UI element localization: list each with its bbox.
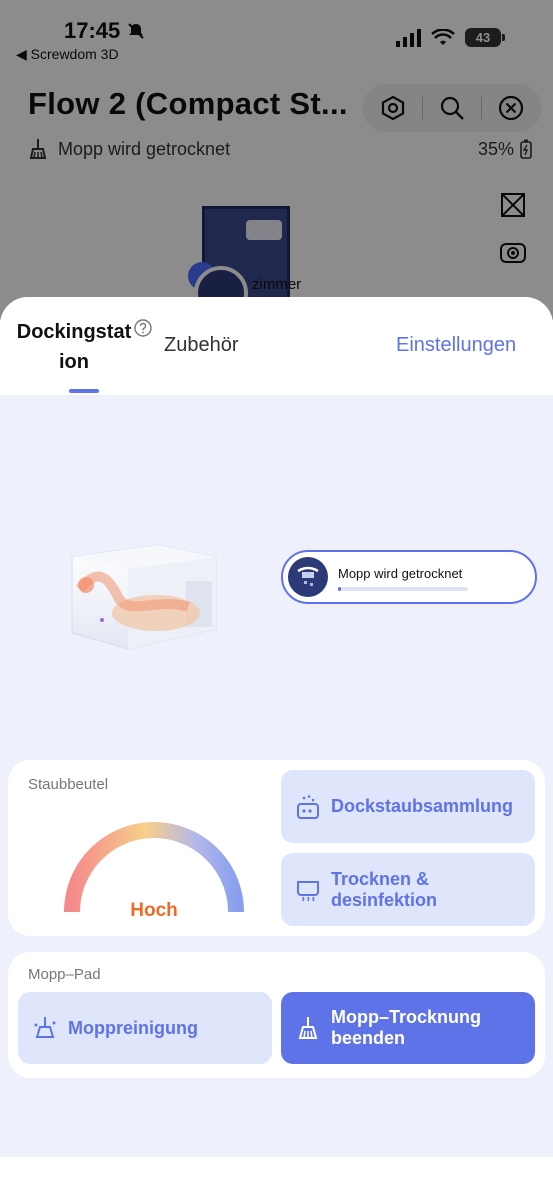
- stop-mop-drying-label-line2: beenden: [331, 1028, 406, 1048]
- mop-clean-icon: [32, 1015, 58, 1041]
- robot-avatar: [288, 557, 328, 597]
- dust-bag-card: Staubbeutel Hoch Dockstaubsammlung Trock…: [8, 760, 545, 936]
- mop-cleaning-label: Moppreinigung: [68, 1017, 198, 1038]
- dust-bag-level: Hoch: [130, 900, 178, 921]
- mop-pad-card: Mopp–Pad Moppreinigung Mopp–Trocknung be…: [8, 952, 545, 1078]
- docking-station-image: [71, 544, 217, 650]
- dust-collection-icon: [295, 794, 321, 820]
- active-tab-indicator: [69, 389, 99, 393]
- tab-bar: Dockingstation Zubehör Einstellungen: [0, 297, 553, 395]
- tab-dockingstation[interactable]: Dockingstation: [14, 317, 134, 377]
- mop-icon: [295, 1015, 321, 1041]
- dry-disinfect-label-line2: desinfektion: [331, 889, 438, 910]
- station-progress-fill: [338, 587, 341, 591]
- dry-disinfect-button[interactable]: Trocknen & desinfektion: [281, 853, 535, 926]
- dust-collection-label: Dockstaubsammlung: [331, 796, 514, 816]
- tab-einstellungen[interactable]: Einstellungen: [396, 334, 516, 357]
- station-status-pill[interactable]: Mopp wird getrocknet: [281, 550, 537, 604]
- dry-disinfect-icon: [295, 877, 321, 903]
- help-icon[interactable]: [134, 319, 152, 337]
- stop-mop-drying-label-line1: Mopp–Trocknung: [331, 1007, 481, 1027]
- tab-zubehoer[interactable]: Zubehör: [164, 334, 239, 357]
- dry-disinfect-label-line1: Trocknen &: [331, 868, 430, 889]
- home-indicator-area: [0, 1157, 553, 1200]
- mop-cleaning-button[interactable]: Moppreinigung: [18, 992, 272, 1064]
- dock-bottom-sheet: Dockingstation Zubehör Einstellungen Mop…: [0, 297, 553, 1157]
- dim-overlay[interactable]: [0, 0, 553, 320]
- station-progress-bar: [338, 587, 468, 591]
- station-status-text: Mopp wird getrocknet: [338, 566, 463, 581]
- dust-bag-label: Staubbeutel: [28, 776, 109, 793]
- mop-pad-label: Mopp–Pad: [28, 966, 101, 983]
- stop-mop-drying-button[interactable]: Mopp–Trocknung beenden: [281, 992, 535, 1064]
- dock-dust-collection-button[interactable]: Dockstaubsammlung: [281, 770, 535, 843]
- mop-drying-icon: [297, 566, 319, 586]
